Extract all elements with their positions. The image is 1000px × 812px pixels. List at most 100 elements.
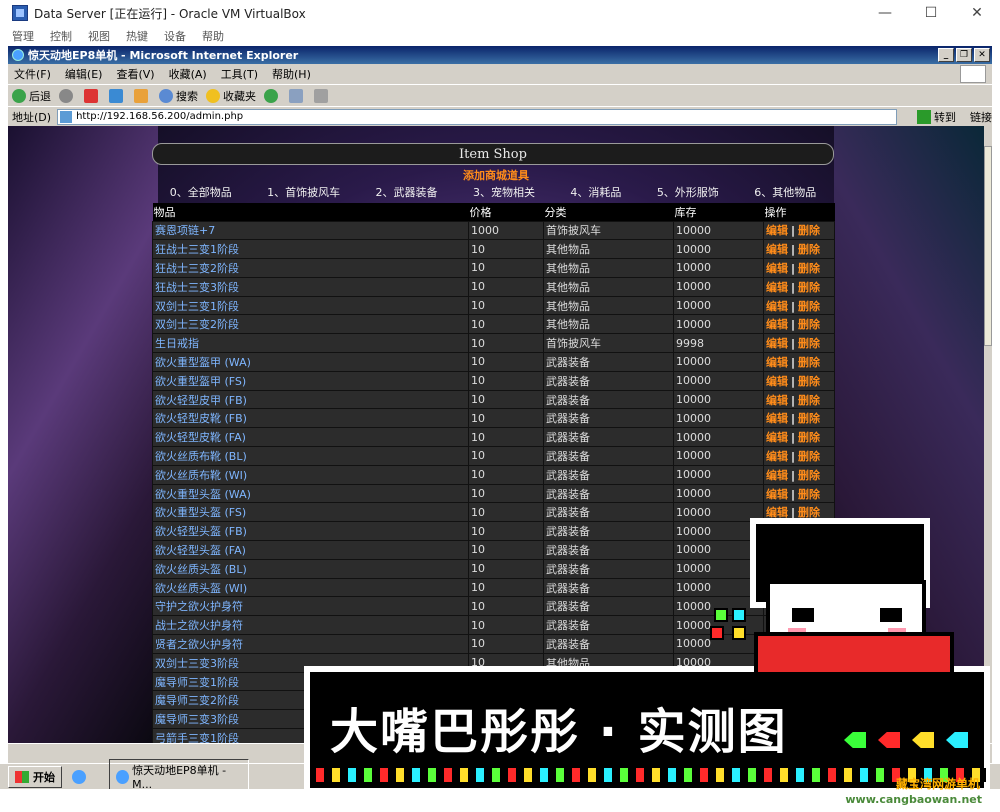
category-link[interactable]: 6、其他物品 — [754, 184, 816, 200]
item-name-cell[interactable]: 欲火轻型皮靴 (FA) — [152, 427, 469, 448]
vbox-menu-view[interactable]: 视图 — [88, 28, 110, 44]
stop-button[interactable] — [84, 88, 101, 103]
category-link[interactable]: 1、首饰披风车 — [267, 184, 340, 200]
delete-link[interactable]: 删除 — [798, 224, 820, 237]
refresh-button[interactable] — [109, 88, 126, 103]
ie-quicklaunch-icon[interactable] — [72, 769, 86, 784]
close-button[interactable]: ✕ — [954, 0, 1000, 26]
item-name-cell[interactable]: 双剑士三变2阶段 — [152, 314, 469, 335]
item-name-cell[interactable]: 欲火轻型头盔 (FB) — [152, 521, 469, 542]
table-row: 欲火重型头盔 (WA) 10 武器装备 10000 编辑 | 删除 — [152, 483, 835, 504]
ie-restore-button[interactable]: ❐ — [956, 48, 972, 62]
history-button[interactable] — [264, 88, 281, 103]
item-name-cell[interactable]: 狂战士三变1阶段 — [152, 239, 469, 260]
item-name-cell[interactable]: 狂战士三变2阶段 — [152, 258, 469, 278]
address-input[interactable]: http://192.168.56.200/admin.php — [57, 108, 897, 125]
edit-link[interactable]: 编辑 — [766, 450, 788, 463]
ie-minimize-button[interactable]: _ — [938, 48, 954, 62]
delete-link[interactable]: 删除 — [798, 243, 820, 256]
edit-link[interactable]: 编辑 — [766, 337, 788, 350]
item-name-cell[interactable]: 欲火轻型皮靴 (FB) — [152, 408, 469, 429]
delete-link[interactable]: 删除 — [798, 262, 820, 275]
delete-link[interactable]: 删除 — [798, 394, 820, 407]
vbox-menu-manage[interactable]: 管理 — [12, 28, 34, 44]
item-name-cell[interactable]: 贤者之欲火护身符 — [152, 634, 469, 654]
add-item-link[interactable]: 添加商城道具 — [8, 167, 984, 183]
item-name-cell[interactable]: 欲火轻型皮甲 (FB) — [152, 389, 469, 410]
item-name-cell[interactable]: 欲火重型头盔 (FS) — [152, 502, 469, 523]
category-link[interactable]: 2、武器装备 — [376, 184, 438, 200]
delete-link[interactable]: 删除 — [798, 488, 820, 501]
category-link[interactable]: 0、全部物品 — [170, 184, 232, 200]
delete-link[interactable]: 删除 — [798, 300, 820, 313]
vbox-menu-devices[interactable]: 设备 — [164, 28, 186, 44]
item-name-cell[interactable]: 欲火丝质布靴 (WI) — [152, 464, 469, 485]
home-button[interactable] — [134, 88, 151, 103]
forward-button[interactable] — [59, 88, 76, 103]
ie-menu-file[interactable]: 文件(F) — [14, 66, 51, 82]
delete-link[interactable]: 删除 — [798, 412, 820, 425]
item-name-cell[interactable]: 欲火重型盔甲 (FS) — [152, 370, 469, 391]
category-link[interactable]: 3、宠物相关 — [473, 184, 535, 200]
back-arrow-icon — [12, 88, 26, 103]
edit-link[interactable]: 编辑 — [766, 281, 788, 294]
category-link[interactable]: 4、消耗品 — [570, 184, 621, 200]
start-button[interactable]: 开始 — [8, 765, 62, 788]
back-button[interactable]: 后退 — [12, 88, 51, 104]
print-button[interactable] — [314, 88, 331, 103]
delete-link[interactable]: 删除 — [798, 469, 820, 482]
maximize-button[interactable]: ☐ — [908, 0, 954, 26]
minimize-button[interactable]: — — [862, 0, 908, 26]
edit-link[interactable]: 编辑 — [766, 431, 788, 444]
table-row: 欲火丝质布靴 (WI) 10 武器装备 10000 编辑 | 删除 — [152, 464, 835, 485]
edit-link[interactable]: 编辑 — [766, 488, 788, 501]
go-button[interactable]: 转到 — [917, 109, 956, 125]
delete-link[interactable]: 删除 — [798, 281, 820, 294]
mail-button[interactable] — [289, 88, 306, 103]
edit-link[interactable]: 编辑 — [766, 394, 788, 407]
vbox-menu-hotkey[interactable]: 热键 — [126, 28, 148, 44]
edit-link[interactable]: 编辑 — [766, 262, 788, 275]
item-name-cell[interactable]: 战士之欲火护身符 — [152, 615, 469, 636]
edit-link[interactable]: 编辑 — [766, 375, 788, 388]
item-name-cell[interactable]: 欲火轻型头盔 (FA) — [152, 540, 469, 560]
ie-menu-edit[interactable]: 编辑(E) — [65, 66, 103, 82]
ie-menu-help[interactable]: 帮助(H) — [272, 66, 311, 82]
delete-link[interactable]: 删除 — [798, 450, 820, 463]
edit-link[interactable]: 编辑 — [766, 224, 788, 237]
item-name-cell[interactable]: 双剑士三变1阶段 — [152, 295, 469, 316]
edit-link[interactable]: 编辑 — [766, 243, 788, 256]
edit-link[interactable]: 编辑 — [766, 300, 788, 313]
delete-link[interactable]: 删除 — [798, 356, 820, 369]
favorites-button[interactable]: 收藏夹 — [206, 88, 256, 104]
vbox-menu-control[interactable]: 控制 — [50, 28, 72, 44]
delete-link[interactable]: 删除 — [798, 375, 820, 388]
vbox-menu-help[interactable]: 帮助 — [202, 28, 224, 44]
table-row: 欲火重型盔甲 (FS) 10 武器装备 10000 编辑 | 删除 — [152, 370, 835, 391]
banner-text: 大嘴巴彤彤 · 实测图 — [330, 704, 788, 760]
edit-link[interactable]: 编辑 — [766, 356, 788, 369]
delete-link[interactable]: 删除 — [798, 337, 820, 350]
item-name-cell[interactable]: 欲火丝质布靴 (BL) — [152, 446, 469, 466]
ie-close-button[interactable]: ✕ — [974, 48, 990, 62]
ie-menu-tools[interactable]: 工具(T) — [221, 66, 258, 82]
edit-link[interactable]: 编辑 — [766, 412, 788, 425]
scrollbar-thumb[interactable] — [984, 146, 992, 346]
item-name-cell[interactable]: 赛恩项链+7 — [152, 220, 469, 241]
delete-link[interactable]: 删除 — [798, 318, 820, 331]
delete-link[interactable]: 删除 — [798, 431, 820, 444]
item-name-cell[interactable]: 欲火重型头盔 (WA) — [152, 483, 469, 504]
edit-link[interactable]: 编辑 — [766, 469, 788, 482]
edit-link[interactable]: 编辑 — [766, 318, 788, 331]
ie-menu-view[interactable]: 查看(V) — [116, 66, 154, 82]
search-button[interactable]: 搜索 — [159, 88, 198, 104]
item-name-cell[interactable]: 生日戒指 — [152, 333, 469, 354]
category-link[interactable]: 5、外形服饰 — [657, 184, 719, 200]
item-name-cell[interactable]: 欲火丝质头盔 (WI) — [152, 577, 469, 598]
item-name-cell[interactable]: 守护之欲火护身符 — [152, 596, 469, 617]
item-name-cell[interactable]: 欲火重型盔甲 (WA) — [152, 352, 469, 372]
item-name-cell[interactable]: 欲火丝质头盔 (BL) — [152, 558, 469, 579]
links-button[interactable]: 链接 — [970, 109, 992, 125]
item-name-cell[interactable]: 狂战士三变3阶段 — [152, 276, 469, 297]
ie-menu-favorites[interactable]: 收藏(A) — [169, 66, 207, 82]
